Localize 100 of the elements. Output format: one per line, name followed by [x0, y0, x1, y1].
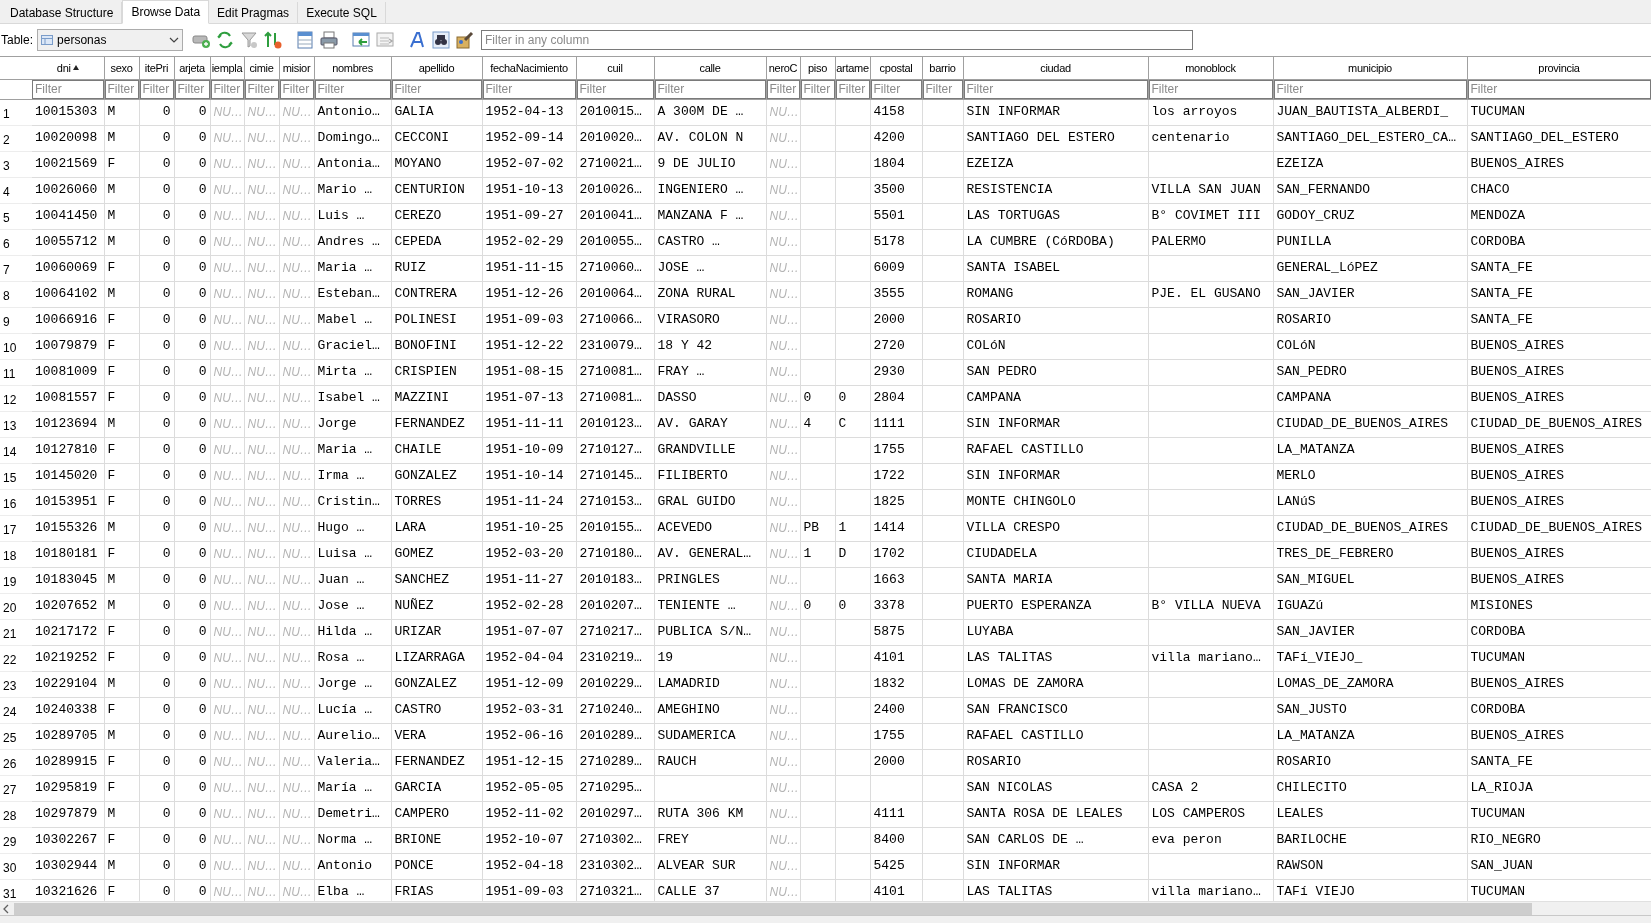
- table-cell: NU…: [247, 599, 277, 613]
- brush-icon[interactable]: [455, 30, 476, 50]
- column-header[interactable]: cimie: [244, 57, 279, 79]
- row-number[interactable]: 18: [3, 549, 17, 563]
- sort-icon[interactable]: [263, 30, 284, 50]
- table-cell: 2710321…: [579, 884, 642, 900]
- table-cell: 2010229…: [579, 676, 642, 692]
- row-number[interactable]: 24: [3, 705, 17, 719]
- table-cell: ALVEAR SUR: [657, 858, 736, 874]
- row-number[interactable]: 7: [3, 263, 10, 277]
- table-cell: NU…: [769, 183, 799, 197]
- row-number[interactable]: 21: [3, 627, 17, 641]
- funnel-icon[interactable]: [239, 30, 260, 50]
- column-header[interactable]: neroC: [766, 57, 800, 79]
- table-cell: LOMAS_DE_ZAMORA: [1276, 676, 1394, 692]
- column-header[interactable]: nombres: [314, 57, 391, 79]
- row-number[interactable]: 25: [3, 731, 17, 745]
- table-cell: NU…: [213, 807, 243, 821]
- column-header[interactable]: fechaNacimiento: [482, 57, 576, 79]
- row-number[interactable]: 14: [3, 445, 17, 459]
- table-cell: BUENOS_AIRES: [1470, 572, 1565, 588]
- row-number[interactable]: 29: [3, 835, 17, 849]
- table-cell: 0: [198, 156, 207, 172]
- row-number[interactable]: 1: [3, 107, 10, 121]
- table-cell: NU…: [247, 183, 277, 197]
- row-number[interactable]: 20: [3, 601, 17, 615]
- table-cell: villa mariano…: [1151, 650, 1261, 666]
- row-number[interactable]: 13: [3, 419, 17, 433]
- column-header[interactable]: iempla: [210, 57, 244, 79]
- table-cell: NU…: [213, 339, 243, 353]
- column-header[interactable]: piso: [800, 57, 835, 79]
- table-cell: 0: [162, 156, 171, 172]
- table-cell: 1951-12-22: [485, 338, 564, 354]
- column-header[interactable]: arjeta: [174, 57, 210, 79]
- table-cell: NU…: [247, 729, 277, 743]
- row-number[interactable]: 22: [3, 653, 17, 667]
- row-number[interactable]: 5: [3, 211, 10, 225]
- row-number[interactable]: 30: [3, 861, 17, 875]
- row-number[interactable]: 6: [3, 237, 10, 251]
- row-number[interactable]: 26: [3, 757, 17, 771]
- column-header[interactable]: ciudad: [963, 57, 1148, 79]
- row-number[interactable]: 3: [3, 159, 10, 173]
- filter-field[interactable]: Filter in any column: [481, 30, 1194, 50]
- column-header[interactable]: municipio: [1273, 57, 1467, 79]
- row-number[interactable]: 31: [3, 887, 17, 901]
- row-number[interactable]: 16: [3, 497, 17, 511]
- row-number[interactable]: 27: [3, 783, 17, 797]
- table-cell: NU…: [247, 443, 277, 457]
- table-cell: 0: [198, 754, 207, 770]
- table-cell: 2710145…: [579, 468, 642, 484]
- row-number[interactable]: 19: [3, 575, 17, 589]
- column-header[interactable]: calle: [654, 57, 766, 79]
- column-header[interactable]: monoblock: [1148, 57, 1273, 79]
- row-number[interactable]: 4: [3, 185, 10, 199]
- row-number[interactable]: 10: [3, 341, 17, 355]
- column-header[interactable]: barrio: [922, 57, 963, 79]
- table-cell: PJE. EL GUSANO: [1151, 286, 1261, 302]
- column-header[interactable]: artame: [835, 57, 870, 79]
- table-cell: Juan …: [317, 572, 365, 588]
- column-header[interactable]: dni: [32, 57, 104, 79]
- column-header[interactable]: itePri: [139, 57, 174, 79]
- row-number[interactable]: 23: [3, 679, 17, 693]
- binoculars-icon[interactable]: [431, 30, 452, 50]
- table-cell: 10207652: [35, 598, 98, 614]
- column-header[interactable]: cpostal: [870, 57, 922, 79]
- tab[interactable]: Browse Data: [122, 0, 210, 24]
- table-cell: VILLA CRESPO: [966, 520, 1061, 536]
- column-header[interactable]: apellido: [391, 57, 482, 79]
- row-number[interactable]: 9: [3, 315, 10, 329]
- table-cell: M: [107, 286, 116, 302]
- table-cell: NU…: [213, 833, 243, 847]
- row-number[interactable]: 12: [3, 393, 17, 407]
- table-cell: 1951-11-24: [485, 494, 564, 510]
- table-cell: ZONA RURAL: [657, 286, 736, 302]
- table-cell: NU…: [213, 859, 243, 873]
- table-cell: Esteban…: [317, 286, 380, 302]
- printer-icon[interactable]: [319, 30, 340, 50]
- row-number[interactable]: 28: [3, 809, 17, 823]
- table-cell: MONTE CHINGOLO: [966, 494, 1076, 510]
- table-cell: CORDOBA: [1470, 702, 1526, 718]
- table-icon[interactable]: [295, 30, 316, 50]
- table-cell: 0: [198, 572, 207, 588]
- table-cell: GONZALEZ: [394, 676, 457, 692]
- table-dropdown[interactable]: personas: [37, 29, 184, 51]
- row-number[interactable]: 17: [3, 523, 17, 537]
- table-cell: 0: [162, 260, 171, 276]
- row-number[interactable]: 2: [3, 133, 10, 147]
- table-cell: 10079879: [35, 338, 98, 354]
- caret-icon: [169, 36, 180, 44]
- row-number[interactable]: 15: [3, 471, 17, 485]
- row-number[interactable]: 8: [3, 289, 10, 303]
- table-cell: C: [838, 416, 847, 432]
- table-cell: GONZALEZ: [394, 468, 457, 484]
- column-header[interactable]: provincia: [1467, 57, 1651, 79]
- column-header[interactable]: sexo: [104, 57, 139, 79]
- column-header[interactable]: misior: [279, 57, 314, 79]
- scrollbar-thumb[interactable]: [14, 902, 1532, 915]
- table-cell: CHACO: [1470, 182, 1510, 198]
- row-number[interactable]: 11: [3, 367, 16, 381]
- column-header[interactable]: cuil: [576, 57, 654, 79]
